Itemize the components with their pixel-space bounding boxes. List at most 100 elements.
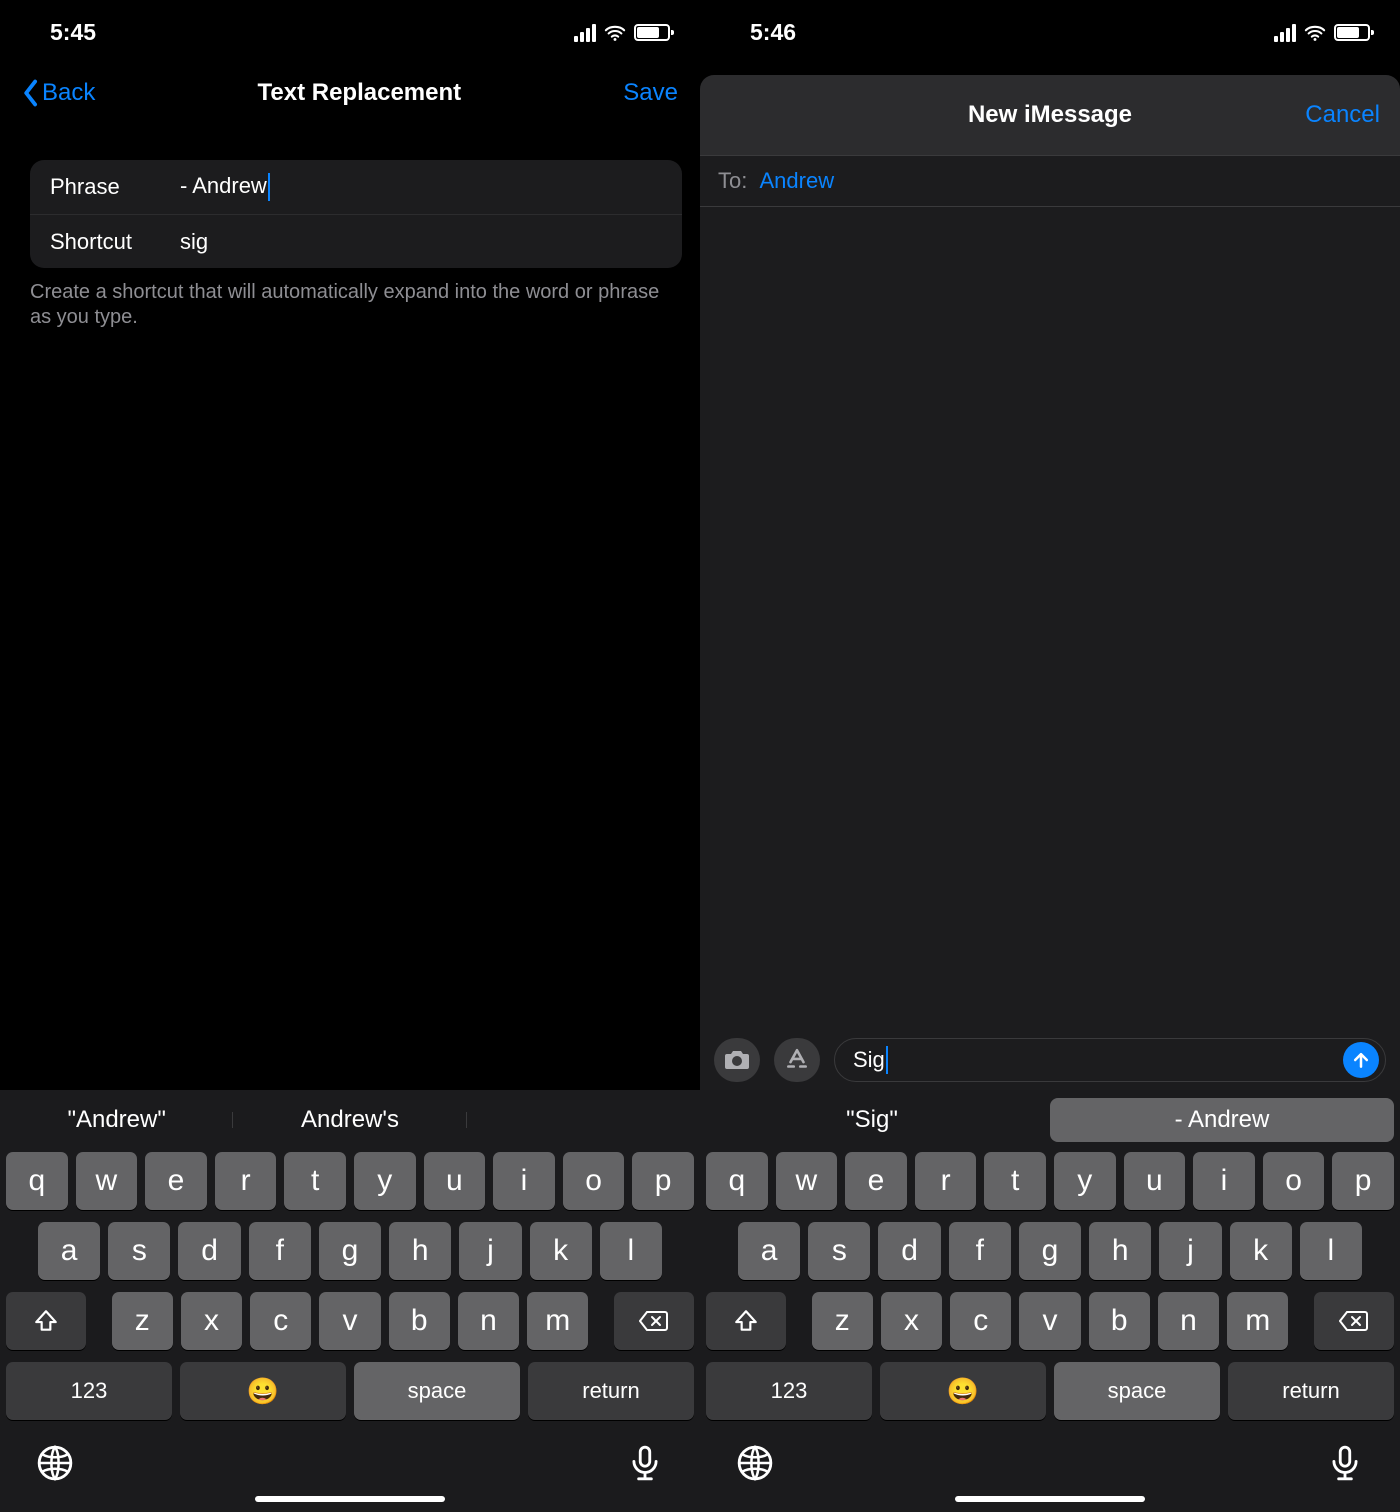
shift-key[interactable] [706,1292,786,1350]
return-key[interactable]: return [528,1362,694,1420]
key-i[interactable]: i [1193,1152,1255,1210]
key-j[interactable]: j [459,1222,521,1280]
emoji-key[interactable]: 😀 [180,1362,346,1420]
shift-key[interactable] [6,1292,86,1350]
phrase-input[interactable]: - Andrew [180,173,270,201]
mic-icon[interactable] [1326,1444,1364,1482]
home-indicator[interactable] [255,1496,445,1502]
key-row-1: qwertyuiop [0,1146,700,1216]
key-z[interactable]: z [812,1292,873,1350]
to-label: To: [718,168,747,193]
globe-icon[interactable] [36,1444,74,1482]
save-button[interactable]: Save [623,79,678,107]
send-button[interactable] [1343,1042,1379,1078]
key-t[interactable]: t [284,1152,346,1210]
key-h[interactable]: h [1089,1222,1151,1280]
key-e[interactable]: e [145,1152,207,1210]
key-row-3: z x c v b n m [0,1286,700,1356]
key-p[interactable]: p [1332,1152,1394,1210]
key-x[interactable]: x [181,1292,242,1350]
key-c[interactable]: c [950,1292,1011,1350]
key-k[interactable]: k [530,1222,592,1280]
key-n[interactable]: n [458,1292,519,1350]
key-n[interactable]: n [1158,1292,1219,1350]
clock: 5:46 [750,19,796,46]
apps-button[interactable] [774,1038,820,1082]
cancel-button[interactable]: Cancel [1305,101,1380,129]
key-u[interactable]: u [424,1152,486,1210]
key-a[interactable]: a [738,1222,800,1280]
key-u[interactable]: u [1124,1152,1186,1210]
key-y[interactable]: y [1054,1152,1116,1210]
globe-icon[interactable] [736,1444,774,1482]
numbers-key[interactable]: 123 [706,1362,872,1420]
key-g[interactable]: g [1019,1222,1081,1280]
key-r[interactable]: r [915,1152,977,1210]
key-row-2: asdfghjkl [0,1216,700,1286]
key-v[interactable]: v [1019,1292,1080,1350]
space-key[interactable]: space [1054,1362,1220,1420]
key-x[interactable]: x [881,1292,942,1350]
key-z[interactable]: z [112,1292,173,1350]
camera-button[interactable] [714,1038,760,1082]
key-i[interactable]: i [493,1152,555,1210]
text-cursor [886,1046,888,1074]
key-m[interactable]: m [1227,1292,1288,1350]
key-e[interactable]: e [845,1152,907,1210]
suggestion-1[interactable]: "Sig" [700,1106,1044,1134]
key-k[interactable]: k [1230,1222,1292,1280]
battery-icon [1334,24,1370,41]
form-row-phrase[interactable]: Phrase - Andrew [30,160,682,214]
key-b[interactable]: b [1089,1292,1150,1350]
backspace-key[interactable] [1314,1292,1394,1350]
key-p[interactable]: p [632,1152,694,1210]
return-key[interactable]: return [1228,1362,1394,1420]
key-a[interactable]: a [38,1222,100,1280]
key-w[interactable]: w [776,1152,838,1210]
key-f[interactable]: f [249,1222,311,1280]
message-body[interactable] [700,207,1400,1028]
key-o[interactable]: o [1263,1152,1325,1210]
key-m[interactable]: m [527,1292,588,1350]
key-q[interactable]: q [6,1152,68,1210]
nav-bar: Back Text Replacement Save [0,65,700,120]
numbers-key[interactable]: 123 [6,1362,172,1420]
phrase-label: Phrase [50,174,180,200]
mic-icon[interactable] [626,1444,664,1482]
key-d[interactable]: d [878,1222,940,1280]
key-v[interactable]: v [319,1292,380,1350]
key-l[interactable]: l [600,1222,662,1280]
status-icons [1274,22,1370,44]
shortcut-input[interactable]: sig [180,229,208,255]
home-indicator[interactable] [955,1496,1145,1502]
suggestion-2[interactable]: Andrew's [233,1106,466,1134]
key-s[interactable]: s [108,1222,170,1280]
key-y[interactable]: y [354,1152,416,1210]
key-f[interactable]: f [949,1222,1011,1280]
key-r[interactable]: r [215,1152,277,1210]
backspace-key[interactable] [614,1292,694,1350]
form-row-shortcut[interactable]: Shortcut sig [30,214,682,268]
emoji-key[interactable]: 😀 [880,1362,1046,1420]
key-q[interactable]: q [706,1152,768,1210]
wifi-icon [604,22,626,44]
back-button[interactable]: Back [22,79,95,107]
key-h[interactable]: h [389,1222,451,1280]
compose-input[interactable]: Sig [834,1038,1386,1082]
key-s[interactable]: s [808,1222,870,1280]
space-key[interactable]: space [354,1362,520,1420]
key-l[interactable]: l [1300,1222,1362,1280]
suggestion-2[interactable]: - Andrew [1050,1098,1394,1142]
back-label: Back [42,79,95,107]
key-g[interactable]: g [319,1222,381,1280]
key-c[interactable]: c [250,1292,311,1350]
suggestion-1[interactable]: "Andrew" [0,1106,233,1134]
battery-icon [634,24,670,41]
key-o[interactable]: o [563,1152,625,1210]
key-t[interactable]: t [984,1152,1046,1210]
to-row[interactable]: To: Andrew [700,155,1400,207]
key-b[interactable]: b [389,1292,450,1350]
key-j[interactable]: j [1159,1222,1221,1280]
key-w[interactable]: w [76,1152,138,1210]
key-d[interactable]: d [178,1222,240,1280]
